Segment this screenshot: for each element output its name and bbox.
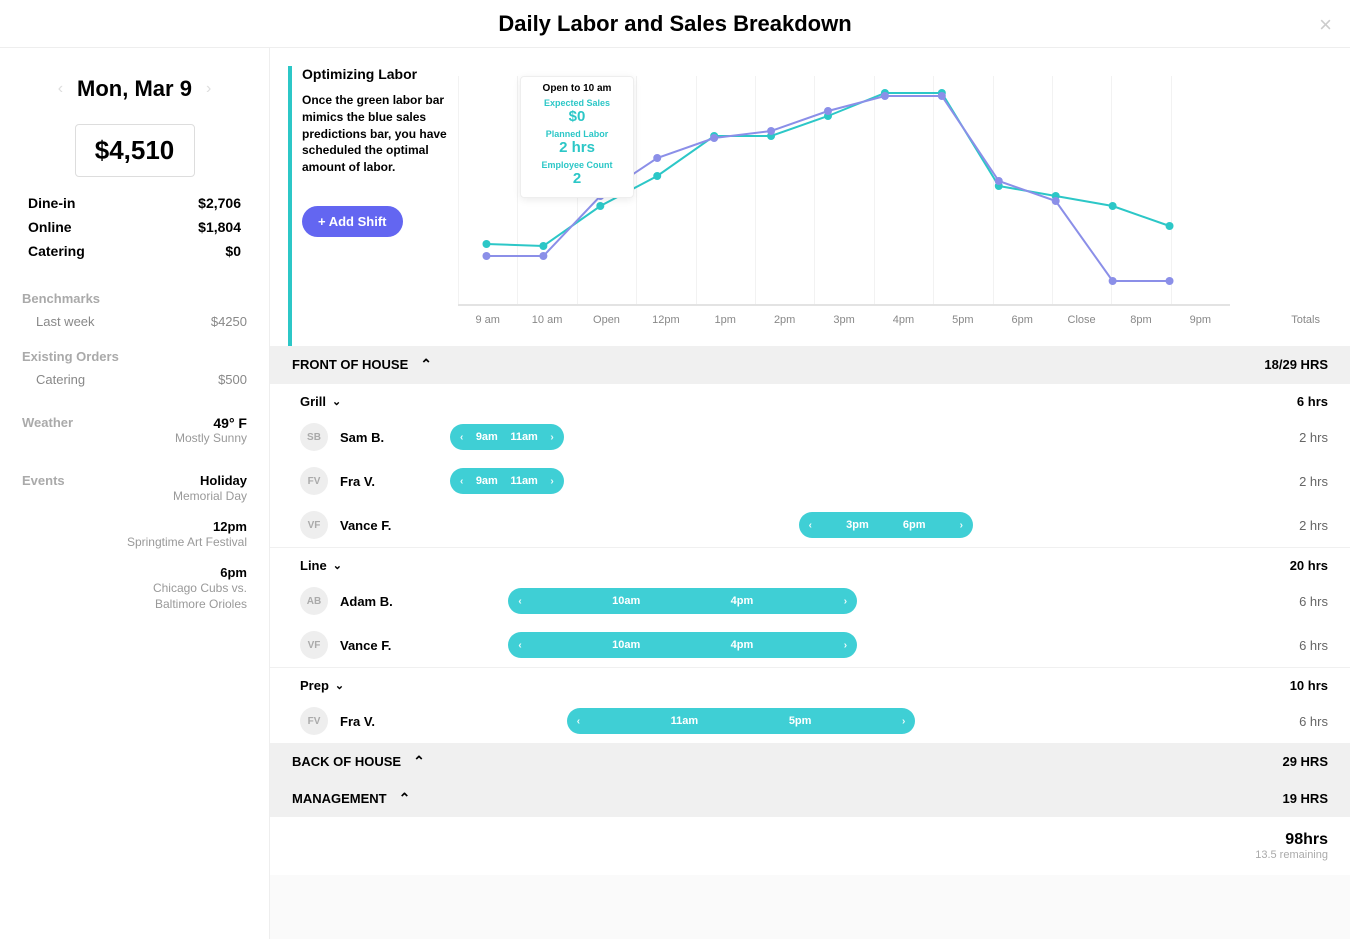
x-tick: 4pm — [874, 314, 933, 326]
total-sales: $4,510 — [75, 124, 195, 177]
shift-bar[interactable]: ‹ 10am 4pm › — [508, 588, 857, 614]
chevron-down-icon: ⌄ — [333, 559, 342, 572]
event-item: 6pmChicago Cubs vs. Baltimore Orioles — [107, 565, 247, 614]
x-tick: 8pm — [1111, 314, 1170, 326]
avatar: AB — [300, 587, 328, 615]
shift-bar[interactable]: ‹ 9am 11am › — [450, 424, 564, 450]
shift-bar[interactable]: ‹ 9am 11am › — [450, 468, 564, 494]
chevron-left-icon[interactable]: ‹ — [577, 716, 580, 727]
x-tick: 6pm — [993, 314, 1052, 326]
shift-row: AB Adam B. ‹ 10am 4pm › 6 hrs — [270, 579, 1350, 623]
events-label: Events — [22, 473, 107, 627]
page-title: Daily Labor and Sales Breakdown — [498, 11, 851, 37]
date-display: Mon, Mar 9 — [77, 76, 192, 102]
breakdown-row: Catering$0 — [28, 243, 241, 259]
chart: 9 am10 amOpen12pm1pm2pm3pm4pm5pm6pmClose… — [458, 66, 1350, 346]
role-row[interactable]: Line⌄20 hrs — [270, 547, 1350, 579]
chevron-left-icon[interactable]: ‹ — [460, 476, 463, 487]
employee-name: Vance F. — [340, 638, 450, 653]
x-tick: 2pm — [755, 314, 814, 326]
chevron-left-icon[interactable]: ‹ — [460, 432, 463, 443]
employee-name: Fra V. — [340, 714, 450, 729]
role-row[interactable]: Grill⌄6 hrs — [270, 383, 1350, 415]
x-tick: 5pm — [933, 314, 992, 326]
employee-name: Adam B. — [340, 594, 450, 609]
chevron-right-icon[interactable]: › — [206, 80, 211, 98]
role-row[interactable]: Prep⌄10 hrs — [270, 667, 1350, 699]
employee-name: Fra V. — [340, 474, 450, 489]
weather-label: Weather — [22, 415, 73, 445]
shift-row: FV Fra V. ‹ 9am 11am › 2 hrs — [270, 459, 1350, 503]
x-tick: 12pm — [636, 314, 695, 326]
event-item: 12pmSpringtime Art Festival — [107, 519, 247, 551]
date-nav: ‹ Mon, Mar 9 › — [22, 76, 247, 102]
totals-label: Totals — [1291, 314, 1320, 326]
info-panel: Optimizing Labor Once the green labor ba… — [288, 66, 458, 346]
weather-desc: Mostly Sunny — [175, 431, 247, 445]
info-text: Once the green labor bar mimics the blue… — [302, 92, 458, 176]
chevron-up-icon: ⌃ — [420, 356, 432, 373]
shift-row: VF Vance F. ‹ 10am 4pm › 6 hrs — [270, 623, 1350, 667]
x-tick: 9pm — [1171, 314, 1230, 326]
employee-name: Sam B. — [340, 430, 450, 445]
shift-hours: 6 hrs — [1299, 638, 1328, 653]
breakdown-row: Online$1,804 — [28, 219, 241, 235]
x-tick: Open — [577, 314, 636, 326]
x-tick: 1pm — [696, 314, 755, 326]
benchmarks-label: Benchmarks — [22, 291, 247, 306]
shift-hours: 2 hrs — [1299, 430, 1328, 445]
close-icon[interactable]: × — [1319, 12, 1332, 38]
breakdown-row: Dine-in$2,706 — [28, 195, 241, 211]
x-tick: 10 am — [517, 314, 576, 326]
chevron-left-icon[interactable]: ‹ — [518, 640, 521, 651]
sidebar: ‹ Mon, Mar 9 › $4,510 Dine-in$2,706 Onlin… — [0, 48, 270, 939]
section-header[interactable]: MANAGEMENT⌃19 hrs — [270, 780, 1350, 817]
chevron-left-icon[interactable]: ‹ — [809, 520, 812, 531]
shift-row: VF Vance F. ‹ 3pm 6pm › 2 hrs — [270, 503, 1350, 547]
x-tick: 3pm — [814, 314, 873, 326]
chart-tooltip: Open to 10 am Expected Sales $0 Planned … — [520, 76, 634, 198]
section-header[interactable]: BACK OF HOUSE⌃29 hrs — [270, 743, 1350, 780]
shift-row: FV Fra V. ‹ 11am 5pm › 6 hrs — [270, 699, 1350, 743]
chevron-down-icon: ⌄ — [332, 395, 341, 408]
weather-temp: 49° F — [175, 415, 247, 431]
avatar: FV — [300, 467, 328, 495]
chevron-up-icon: ⌃ — [399, 790, 411, 807]
section-header[interactable]: FRONT OF HOUSE⌃18/29 hrs — [270, 346, 1350, 383]
add-shift-button[interactable]: + Add Shift — [302, 206, 403, 237]
shift-row: SB Sam B. ‹ 9am 11am › 2 hrs — [270, 415, 1350, 459]
content: Optimizing Labor Once the green labor ba… — [270, 48, 1350, 939]
chevron-right-icon[interactable]: › — [550, 476, 553, 487]
shift-bar[interactable]: ‹ 10am 4pm › — [508, 632, 857, 658]
shift-hours: 6 hrs — [1299, 594, 1328, 609]
chevron-left-icon[interactable]: ‹ — [518, 596, 521, 607]
avatar: VF — [300, 631, 328, 659]
chevron-right-icon[interactable]: › — [902, 716, 905, 727]
avatar: VF — [300, 511, 328, 539]
chevron-left-icon[interactable]: ‹ — [58, 80, 63, 98]
employee-name: Vance F. — [340, 518, 450, 533]
event-item: HolidayMemorial Day — [107, 473, 247, 505]
x-tick: Close — [1052, 314, 1111, 326]
chevron-right-icon[interactable]: › — [960, 520, 963, 531]
shift-hours: 2 hrs — [1299, 474, 1328, 489]
existing-orders-label: Existing Orders — [22, 349, 247, 364]
totals-footer: 98hrs13.5 remaining — [270, 817, 1350, 875]
chevron-up-icon: ⌃ — [413, 753, 425, 770]
header: Daily Labor and Sales Breakdown × — [0, 0, 1350, 48]
shift-hours: 2 hrs — [1299, 518, 1328, 533]
x-tick: 9 am — [458, 314, 517, 326]
shift-hours: 6 hrs — [1299, 714, 1328, 729]
avatar: SB — [300, 423, 328, 451]
avatar: FV — [300, 707, 328, 735]
benchmark-row: Last week$4250 — [22, 314, 247, 329]
chevron-right-icon[interactable]: › — [844, 640, 847, 651]
chevron-down-icon: ⌄ — [335, 679, 344, 692]
chevron-right-icon[interactable]: › — [844, 596, 847, 607]
info-title: Optimizing Labor — [302, 66, 458, 82]
shift-bar[interactable]: ‹ 3pm 6pm › — [799, 512, 973, 538]
shift-bar[interactable]: ‹ 11am 5pm › — [567, 708, 916, 734]
order-row: Catering$500 — [22, 372, 247, 387]
chevron-right-icon[interactable]: › — [550, 432, 553, 443]
